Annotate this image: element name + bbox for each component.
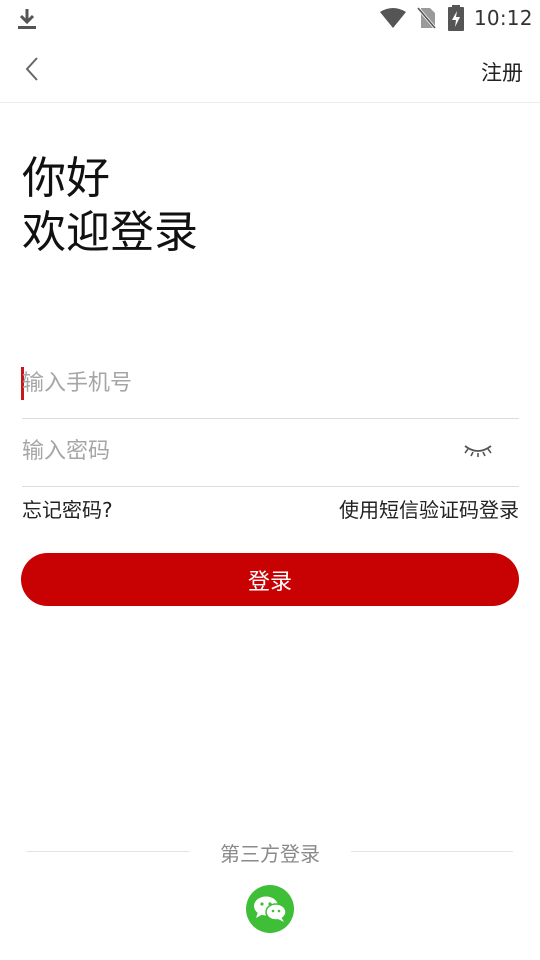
- greeting-hello: 你好: [22, 153, 110, 204]
- eye-closed-icon[interactable]: [462, 440, 494, 462]
- divider-right: [351, 851, 513, 852]
- status-bar: 10:12: [0, 0, 540, 36]
- wifi-icon: [380, 8, 406, 28]
- phone-field: [21, 350, 519, 419]
- password-input[interactable]: [22, 418, 452, 484]
- login-button[interactable]: 登录: [21, 553, 519, 606]
- status-time: 10:12: [474, 6, 533, 30]
- download-icon: [18, 9, 36, 29]
- back-button[interactable]: [14, 50, 50, 88]
- wechat-login-button[interactable]: [246, 885, 294, 933]
- no-sim-icon: [416, 7, 436, 29]
- wechat-icon: [254, 896, 287, 922]
- register-link[interactable]: 注册: [481, 57, 523, 87]
- chevron-left-icon: [25, 57, 38, 81]
- forgot-password-link[interactable]: 忘记密码?: [22, 494, 113, 523]
- third-party-section: 第三方登录: [0, 838, 540, 868]
- top-nav: 注册: [0, 36, 540, 103]
- sms-login-link[interactable]: 使用短信验证码登录: [339, 494, 519, 523]
- greeting: 你好 欢迎登录: [22, 152, 198, 260]
- phone-input[interactable]: [22, 350, 452, 416]
- password-field: [22, 418, 519, 487]
- third-party-label: 第三方登录: [220, 842, 320, 866]
- links-row: 忘记密码? 使用短信验证码登录: [22, 494, 519, 522]
- battery-charging-icon: [448, 5, 464, 31]
- greeting-welcome: 欢迎登录: [22, 207, 198, 258]
